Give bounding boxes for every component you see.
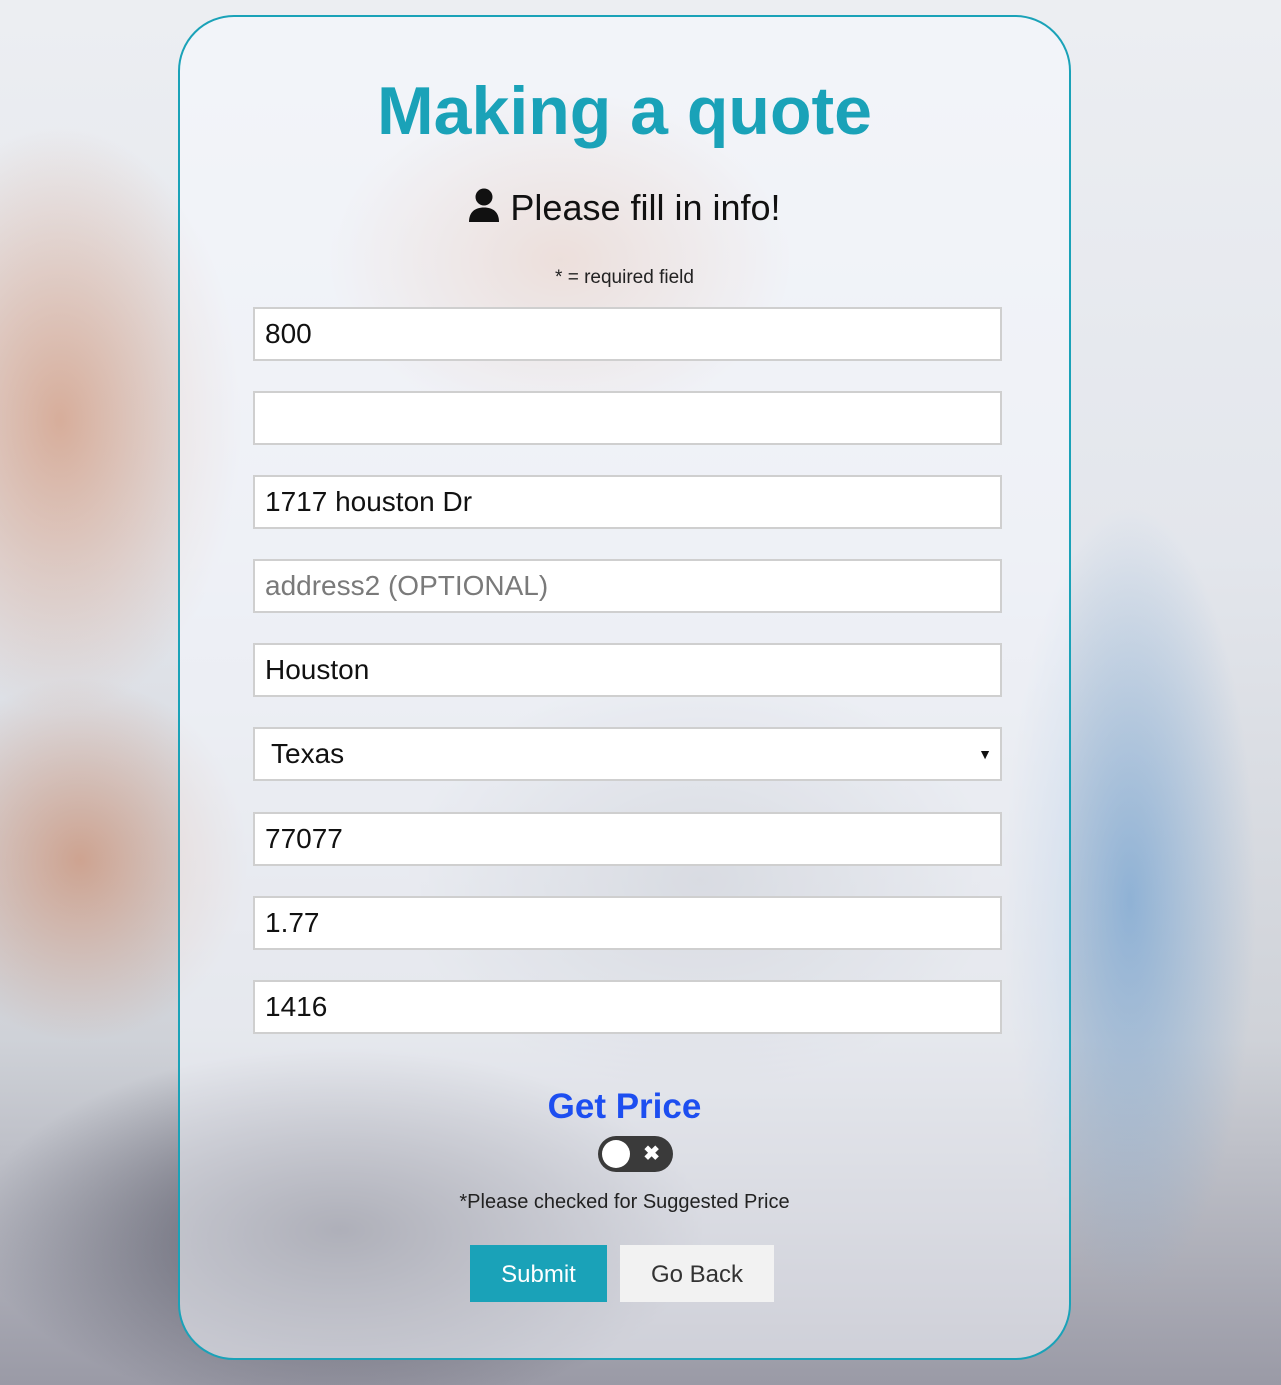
address1-input[interactable] bbox=[253, 475, 1002, 529]
toggle-knob bbox=[602, 1140, 630, 1168]
suggested-price-input[interactable] bbox=[253, 896, 1002, 950]
page-title: Making a quote bbox=[377, 73, 872, 149]
state-select[interactable]: Texas ▼ bbox=[253, 727, 1002, 781]
company-input[interactable] bbox=[253, 391, 1002, 445]
go-back-button[interactable]: Go Back bbox=[620, 1245, 774, 1302]
get-price-link[interactable]: Get Price bbox=[180, 1087, 1069, 1127]
quote-form-card: Making a quote Please fill in info! * = … bbox=[178, 15, 1071, 1360]
suggested-price-toggle[interactable]: ✖ bbox=[598, 1136, 673, 1172]
required-field-note: * = required field bbox=[555, 267, 694, 288]
dropdown-arrow-icon: ▼ bbox=[978, 746, 992, 762]
address2-input[interactable] bbox=[253, 559, 1002, 613]
form-subtitle: Please fill in info! bbox=[180, 187, 1069, 229]
gallons-input[interactable] bbox=[253, 307, 1002, 361]
subtitle-text: Please fill in info! bbox=[510, 187, 781, 228]
zip-input[interactable] bbox=[253, 812, 1002, 866]
total-amount-input[interactable] bbox=[253, 980, 1002, 1034]
submit-button[interactable]: Submit bbox=[470, 1245, 607, 1302]
user-icon bbox=[469, 188, 500, 222]
state-select-value: Texas bbox=[271, 738, 345, 769]
city-input[interactable] bbox=[253, 643, 1002, 697]
suggested-price-note: *Please checked for Suggested Price bbox=[459, 1191, 790, 1213]
close-icon: ✖ bbox=[643, 1143, 660, 1165]
